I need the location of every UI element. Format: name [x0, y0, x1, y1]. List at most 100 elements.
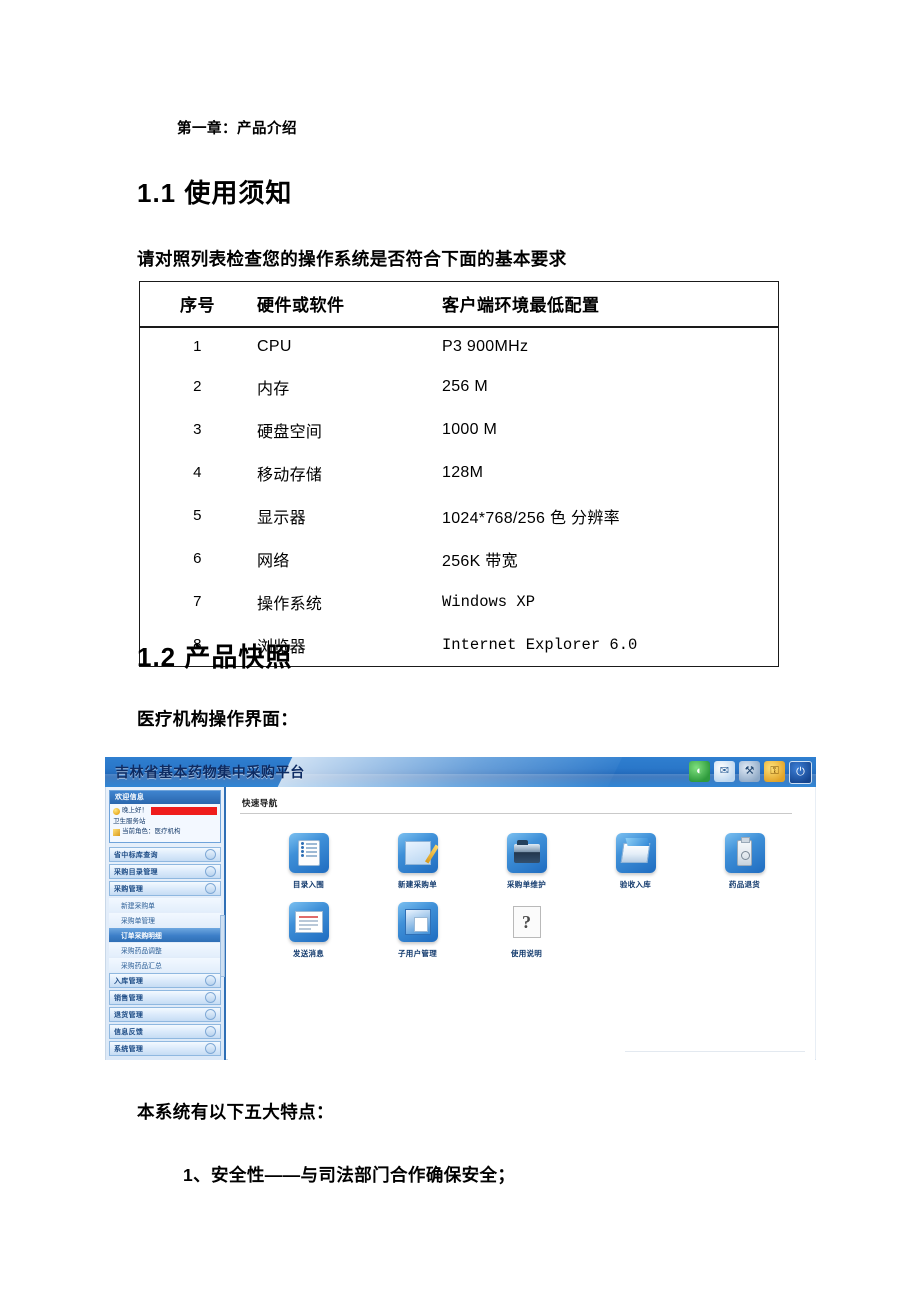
feature-item: 1、安全性——与司法部门合作确保安全； [183, 1165, 516, 1185]
globe-icon[interactable]: ◐ [689, 761, 710, 782]
chevron-down-icon[interactable] [205, 1043, 216, 1054]
cell-item: 网络 [257, 552, 290, 570]
cell-item: 内存 [257, 380, 290, 398]
table-row: 1 CPU P3 900MHz [140, 327, 778, 365]
power-icon[interactable]: ⏻ [789, 761, 812, 784]
screenshot-caption: 医疗机构操作界面： [137, 709, 299, 729]
shortcut-label: 发送消息 [292, 949, 325, 958]
shortcut-label: 验收入库 [619, 880, 652, 889]
sidebar-group-采购管理[interactable]: 采购管理 [109, 881, 221, 896]
role-row: 当前角色：医疗机构 [113, 828, 217, 836]
quick-nav-title: 快速导航 [242, 798, 278, 808]
shortcut-label: 使用说明 [510, 949, 543, 958]
chevron-down-icon[interactable] [205, 866, 216, 877]
shortcut-row-2: 发送消息 子用户管理? 使用说明 [254, 902, 799, 959]
key-icon[interactable]: ⚿ [764, 761, 785, 782]
cell-item: 移动存储 [257, 466, 323, 484]
shortcut-label: 目录入围 [292, 880, 325, 889]
sidebar-group-采购目录管理[interactable]: 采购目录管理 [109, 864, 221, 879]
shortcut-子用户管理[interactable]: 子用户管理 [363, 902, 472, 959]
help-icon[interactable]: ? [506, 902, 547, 942]
table-row: 5 显示器 1024*768/256 色 分辨率 [140, 494, 778, 537]
cell-value: 1000 M [442, 420, 498, 438]
embedded-app-screenshot: 吉林省基本药物集中采购平台 ◐✉⚒⚿⏻ 欢迎信息 晚上好！ 卫生服务站 [105, 757, 816, 1060]
cell-value: Internet Explorer 6.0 [442, 635, 638, 654]
sidebar-group-退货管理[interactable]: 退货管理 [109, 1007, 221, 1022]
column-header-index: 序号 [140, 282, 255, 328]
sidebar-item-采购药品汇总[interactable]: 采购药品汇总 [109, 958, 221, 972]
shortcut-验收入库[interactable]: 验收入库 [581, 833, 690, 890]
sidebar-group-信息反馈[interactable]: 信息反馈 [109, 1024, 221, 1039]
shortcut-使用说明[interactable]: ? 使用说明 [472, 902, 581, 959]
shortcut-新建采购单[interactable]: 新建采购单 [363, 833, 472, 890]
cell-value: 256K 带宽 [442, 552, 518, 570]
cell-value: 1024*768/256 色 分辨率 [442, 509, 620, 527]
shortcut-label: 新建采购单 [398, 880, 437, 889]
features-lead: 本系统有以下五大特点： [137, 1102, 334, 1122]
table-row: 2 内存 256 M [140, 365, 778, 408]
sidebar-item-订单采购明细[interactable]: 订单采购明细 [109, 928, 221, 942]
sidebar-item-采购药品调整[interactable]: 采购药品调整 [109, 943, 221, 957]
sidebar-group-label: 信息反馈 [114, 1028, 144, 1036]
chevron-down-icon[interactable] [205, 1026, 216, 1037]
column-header-value: 客户端环境最低配置 [440, 282, 778, 328]
sidebar-group-label: 采购管理 [114, 885, 144, 893]
sub-user-icon[interactable] [397, 902, 438, 942]
role-icon [113, 828, 120, 836]
shortcut-采购单维护[interactable]: 采购单维护 [472, 833, 581, 890]
sidebar-group-系统管理[interactable]: 系统管理 [109, 1041, 221, 1056]
cell-item: CPU [257, 337, 292, 355]
welcome-panel-header: 欢迎信息 [110, 791, 220, 804]
cell-index: 5 [193, 507, 202, 524]
chevron-down-icon[interactable] [205, 849, 216, 860]
order-maintain-icon[interactable] [506, 833, 547, 873]
app-sidebar: 欢迎信息 晚上好！ 卫生服务站 当前角色：医疗机构 省中标库查询 采购目录管理 … [106, 787, 226, 1060]
chevron-down-icon[interactable] [205, 992, 216, 1003]
quick-nav-divider [240, 813, 792, 814]
sidebar-scrollbar[interactable] [220, 915, 225, 977]
sidebar-item-新建采购单[interactable]: 新建采购单 [109, 898, 221, 912]
shortcut-row-1: 目录入围 新建采购单 采购单维护 验收入库 药品退货 [254, 833, 799, 890]
cell-value: 256 M [442, 377, 488, 395]
cell-item: 显示器 [257, 509, 306, 527]
greeting-row: 晚上好！ [113, 807, 217, 815]
cell-index: 6 [193, 550, 202, 567]
table-row: 4 移动存储 128M [140, 451, 778, 494]
cell-item: 操作系统 [257, 595, 323, 613]
chevron-down-icon[interactable] [205, 975, 216, 986]
cell-value: Windows XP [442, 592, 536, 611]
tools-icon[interactable]: ⚒ [739, 761, 760, 782]
shortcut-icon-grid: 目录入围 新建采购单 采购单维护 验收入库 药品退货发送消息 子用户管理? 使用说明 [254, 833, 799, 971]
sidebar-group-label: 销售管理 [114, 994, 144, 1002]
cell-index: 1 [193, 338, 202, 355]
section-heading-1-2: 1.2 产品快照 [137, 642, 293, 672]
welcome-panel: 欢迎信息 晚上好！ 卫生服务站 当前角色：医疗机构 [109, 790, 221, 843]
shortcut-药品退货[interactable]: 药品退货 [690, 833, 799, 890]
document-page: 第一章：产品介绍 1.1 使用须知 请对照列表检查您的操作系统是否符合下面的基本… [0, 0, 920, 1302]
shortcut-发送消息[interactable]: 发送消息 [254, 902, 363, 959]
greeting-text: 晚上好！ [122, 807, 148, 814]
sidebar-group-省中标库查询[interactable]: 省中标库查询 [109, 847, 221, 862]
sidebar-group-入库管理[interactable]: 入库管理 [109, 973, 221, 988]
new-order-icon[interactable] [397, 833, 438, 873]
cell-index: 3 [193, 421, 202, 438]
sidebar-group-label: 省中标库查询 [114, 851, 158, 859]
table-row: 6 网络 256K 带宽 [140, 537, 778, 580]
redacted-username [151, 807, 217, 815]
shortcut-目录入围[interactable]: 目录入围 [254, 833, 363, 890]
requirements-table: 序号 硬件或软件 客户端环境最低配置 1 CPU P3 900MHz 2 内存 256 M… [139, 281, 779, 667]
drug-return-icon[interactable] [724, 833, 765, 873]
sidebar-group-销售管理[interactable]: 销售管理 [109, 990, 221, 1005]
chevron-down-icon[interactable] [205, 1009, 216, 1020]
app-banner: 吉林省基本药物集中采购平台 ◐ ✉ ⚒ ⚿ ⏻ [105, 757, 816, 787]
question-mark-icon: ? [512, 906, 547, 938]
chevron-down-icon[interactable] [205, 883, 216, 894]
cell-index: 7 [193, 593, 202, 610]
catalog-icon[interactable] [288, 833, 329, 873]
mail-icon[interactable]: ✉ [714, 761, 735, 782]
send-message-icon[interactable] [288, 902, 329, 942]
receive-stock-icon[interactable] [615, 833, 656, 873]
sidebar-item-采购单管理[interactable]: 采购单管理 [109, 913, 221, 927]
sidebar-group-label: 系统管理 [114, 1045, 144, 1053]
shortcut-label: 药品退货 [728, 880, 761, 889]
